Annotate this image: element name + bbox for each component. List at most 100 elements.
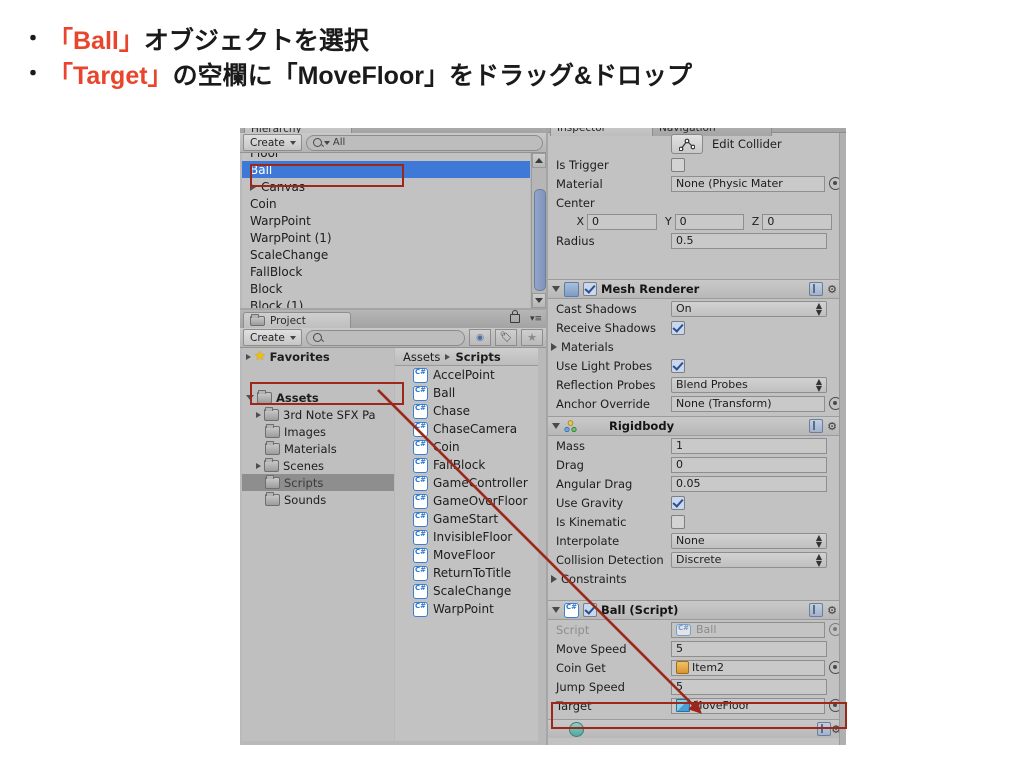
collision-detection-dropdown[interactable]: Discrete ▲ ▼ bbox=[671, 551, 827, 568]
project-create-button[interactable]: Create bbox=[243, 329, 302, 346]
anchor-override-field[interactable]: None (Transform) bbox=[671, 395, 825, 412]
project-tree-3rd-note-sfx-pack[interactable]: 3rd Note SFX Pa bbox=[242, 406, 394, 423]
foldout-open-icon[interactable] bbox=[552, 286, 560, 292]
gear-icon[interactable]: ⚙ bbox=[827, 605, 837, 616]
use-gravity-checkbox[interactable] bbox=[671, 495, 685, 510]
type-filter-icon[interactable]: ◉ bbox=[469, 329, 491, 346]
is-kinematic-checkbox[interactable] bbox=[671, 514, 685, 529]
chevron-right-icon[interactable] bbox=[256, 411, 261, 418]
help-icon[interactable] bbox=[809, 603, 824, 617]
material-field[interactable]: None (Physic Mater bbox=[671, 175, 825, 192]
target-field[interactable]: MoveFloor bbox=[671, 697, 825, 714]
lock-icon[interactable] bbox=[510, 310, 520, 323]
hierarchy-item-warppoint-1[interactable]: WarpPoint (1) bbox=[242, 229, 530, 246]
chevron-right-icon[interactable] bbox=[250, 182, 256, 191]
hierarchy-item-coin[interactable]: Coin bbox=[242, 195, 530, 212]
asset-item-gamestart[interactable]: GameStart bbox=[395, 510, 538, 528]
tab-project[interactable]: Project bbox=[243, 312, 351, 329]
asset-item-accelpoint[interactable]: AccelPoint bbox=[395, 366, 538, 384]
radius-field[interactable]: 0.5 bbox=[671, 232, 827, 249]
next-component-header[interactable]: ⚙ bbox=[548, 719, 846, 738]
project-tree-assets[interactable]: Assets bbox=[242, 389, 394, 406]
drag-field[interactable]: 0 bbox=[671, 456, 827, 473]
project-asset-list[interactable]: Assets Scripts AccelPoint Ball Chase Cha… bbox=[395, 348, 538, 741]
project-search-input[interactable] bbox=[305, 329, 465, 346]
asset-item-invisiblefloor[interactable]: InvisibleFloor bbox=[395, 528, 538, 546]
project-tree-sounds[interactable]: Sounds bbox=[242, 491, 394, 508]
chevron-right-icon[interactable] bbox=[256, 462, 261, 469]
scrollbar-thumb[interactable] bbox=[534, 189, 546, 291]
project-tree-images[interactable]: Images bbox=[242, 423, 394, 440]
project-tree-materials[interactable]: Materials bbox=[242, 440, 394, 457]
center-x-field[interactable]: 0 bbox=[587, 213, 657, 230]
jump-speed-field[interactable]: 5 bbox=[671, 678, 827, 695]
hierarchy-item-block[interactable]: Block bbox=[242, 280, 530, 297]
hierarchy-item-fallblock[interactable]: FallBlock bbox=[242, 263, 530, 280]
reflection-probes-dropdown[interactable]: Blend Probes ▲ ▼ bbox=[671, 376, 827, 393]
move-speed-field[interactable]: 5 bbox=[671, 640, 827, 657]
hierarchy-item-scalechange[interactable]: ScaleChange bbox=[242, 246, 530, 263]
foldout-open-icon[interactable] bbox=[552, 607, 560, 613]
project-folder-tree[interactable]: ★ Favorites Assets 3rd Note SFX Pa Image… bbox=[242, 348, 394, 741]
chevron-down-icon[interactable] bbox=[246, 395, 254, 400]
project-tree-label: Sounds bbox=[284, 492, 327, 507]
asset-item-returntotitle[interactable]: ReturnToTitle bbox=[395, 564, 538, 582]
foldout-open-icon[interactable] bbox=[552, 423, 560, 429]
asset-item-movefloor[interactable]: MoveFloor bbox=[395, 546, 538, 564]
edit-collider-button[interactable] bbox=[671, 134, 703, 154]
panel-menu-icon[interactable]: ▾≡ bbox=[530, 315, 542, 324]
foldout-closed-icon[interactable] bbox=[551, 342, 557, 351]
chevron-right-icon[interactable] bbox=[246, 353, 251, 360]
favorite-star-icon[interactable]: ★ bbox=[521, 329, 543, 346]
hierarchy-item-ball[interactable]: Ball bbox=[242, 161, 530, 178]
asset-item-gamecontroller[interactable]: GameController bbox=[395, 474, 538, 492]
mass-field[interactable]: 1 bbox=[671, 437, 827, 454]
mesh-renderer-enabled-checkbox[interactable] bbox=[583, 282, 597, 296]
project-tree-favorites[interactable]: ★ Favorites bbox=[242, 348, 394, 365]
help-icon[interactable] bbox=[809, 419, 824, 433]
is-trigger-checkbox[interactable] bbox=[671, 157, 685, 172]
ball-script-enabled-checkbox[interactable] bbox=[583, 603, 597, 617]
use-light-probes-checkbox[interactable] bbox=[671, 358, 685, 373]
project-tree-scripts[interactable]: Scripts bbox=[242, 474, 394, 491]
inspector-scrollbar[interactable] bbox=[839, 133, 846, 745]
coin-get-field[interactable]: Item2 bbox=[671, 659, 825, 676]
project-tree-scenes[interactable]: Scenes bbox=[242, 457, 394, 474]
hierarchy-list[interactable]: Floor Ball Canvas Coin WarpPoint WarpPoi… bbox=[242, 153, 530, 308]
scroll-down-button[interactable] bbox=[532, 293, 546, 308]
hierarchy-item-canvas[interactable]: Canvas bbox=[242, 178, 530, 195]
asset-item-coin[interactable]: Coin bbox=[395, 438, 538, 456]
angular-drag-field[interactable]: 0.05 bbox=[671, 475, 827, 492]
interpolate-dropdown[interactable]: None ▲ ▼ bbox=[671, 532, 827, 549]
hierarchy-item-warppoint[interactable]: WarpPoint bbox=[242, 212, 530, 229]
label-filter-icon[interactable]: 🏷 bbox=[495, 329, 517, 346]
help-icon[interactable] bbox=[809, 282, 824, 296]
rigidbody-header[interactable]: Rigidbody ⚙ bbox=[548, 416, 846, 436]
asset-item-scalechange[interactable]: ScaleChange bbox=[395, 582, 538, 600]
asset-item-chase[interactable]: Chase bbox=[395, 402, 538, 420]
cast-shadows-dropdown[interactable]: On ▲ ▼ bbox=[671, 300, 827, 317]
center-z-field[interactable]: 0 bbox=[762, 213, 833, 230]
gear-icon[interactable]: ⚙ bbox=[827, 421, 837, 432]
hierarchy-scrollbar[interactable] bbox=[531, 153, 546, 308]
help-icon[interactable] bbox=[817, 722, 832, 736]
asset-item-chasecamera[interactable]: ChaseCamera bbox=[395, 420, 538, 438]
constraints-row[interactable]: Constraints bbox=[548, 569, 846, 588]
materials-row[interactable]: Materials bbox=[548, 337, 846, 356]
asset-item-gameoverfloor[interactable]: GameOverFloor bbox=[395, 492, 538, 510]
foldout-closed-icon[interactable] bbox=[551, 574, 557, 583]
breadcrumb-root[interactable]: Assets bbox=[403, 350, 440, 364]
mesh-renderer-header[interactable]: Mesh Renderer ⚙ bbox=[548, 279, 846, 299]
center-y-field[interactable]: 0 bbox=[674, 213, 745, 230]
scroll-up-button[interactable] bbox=[532, 153, 546, 168]
ball-script-header[interactable]: Ball (Script) ⚙ bbox=[548, 600, 846, 620]
asset-item-warppoint[interactable]: WarpPoint bbox=[395, 600, 538, 618]
hierarchy-create-button[interactable]: Create bbox=[243, 134, 302, 151]
receive-shadows-checkbox[interactable] bbox=[671, 320, 685, 335]
hierarchy-search-input[interactable]: All bbox=[305, 134, 543, 151]
hierarchy-item-block-1[interactable]: Block (1) bbox=[242, 297, 530, 309]
hierarchy-item-floor[interactable]: Floor bbox=[242, 153, 530, 161]
gear-icon[interactable]: ⚙ bbox=[827, 284, 837, 295]
asset-item-fallblock[interactable]: FallBlock bbox=[395, 456, 538, 474]
asset-item-ball[interactable]: Ball bbox=[395, 384, 538, 402]
